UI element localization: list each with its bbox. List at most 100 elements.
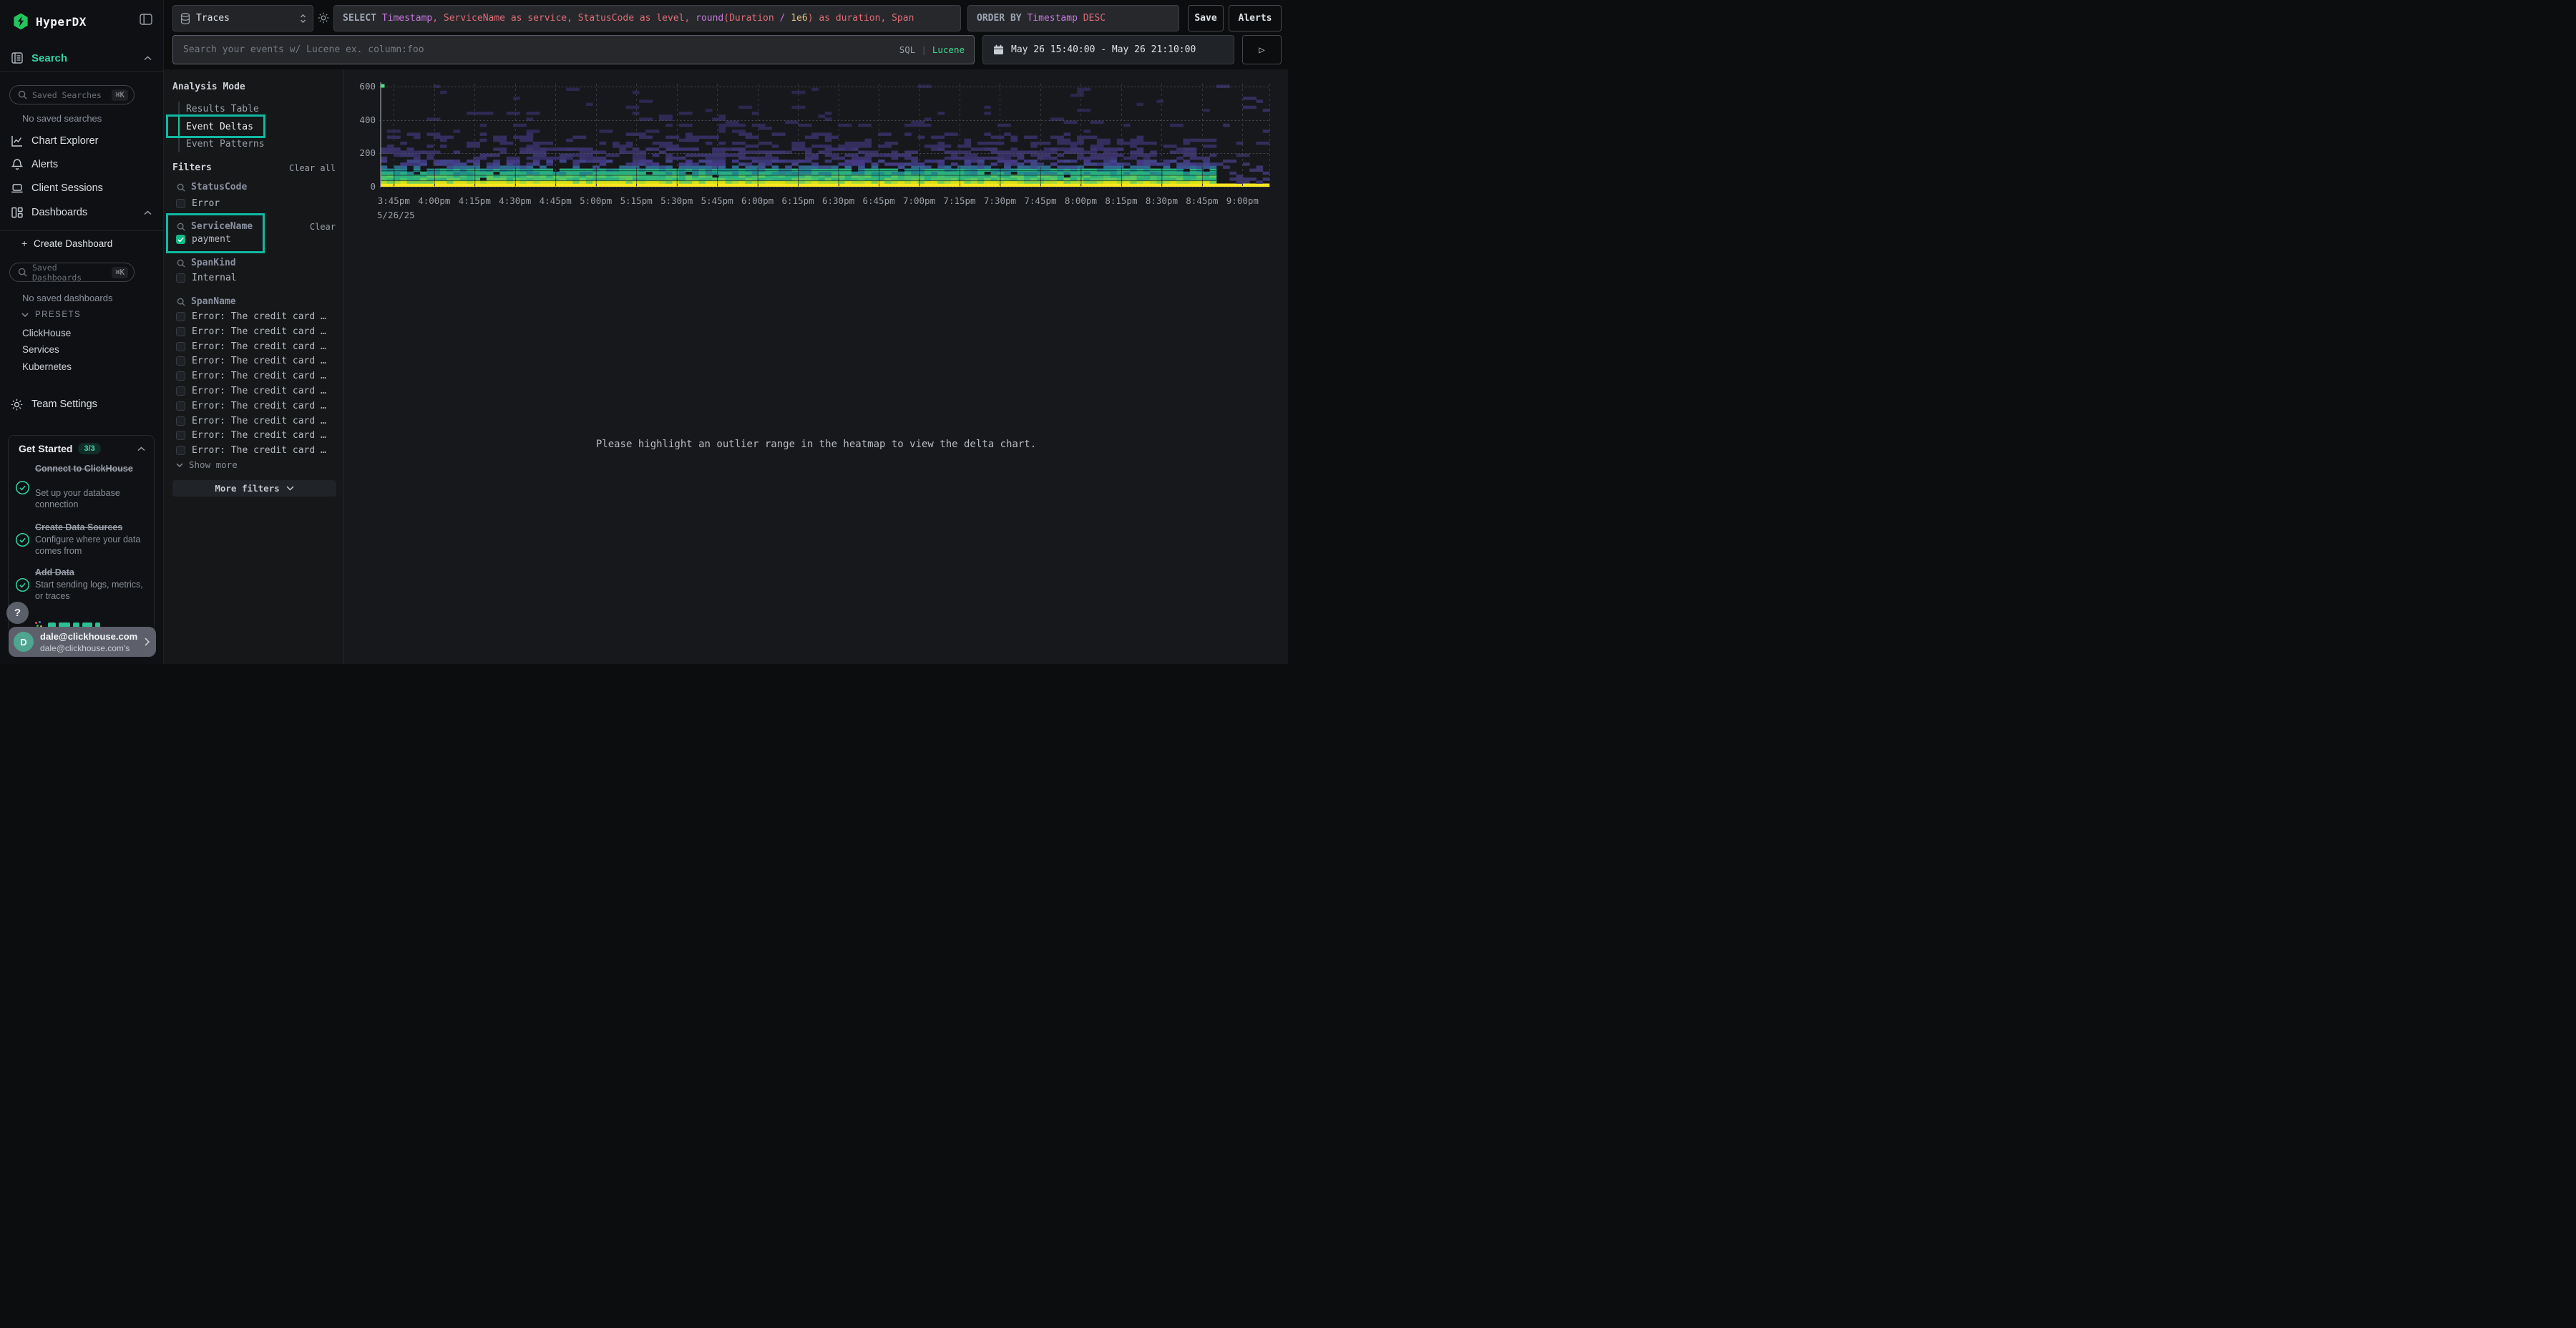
hyperdx-app: { "app": { "brand": "HyperDX" }, "topbar… [0, 0, 1288, 664]
alerts-button[interactable]: Alerts [1229, 5, 1282, 31]
presets-label: PRESETS [35, 311, 81, 319]
tab-event-patterns[interactable]: Event Patterns [186, 139, 265, 150]
sidebar-item-client-sessions[interactable]: Client Sessions [0, 180, 164, 197]
brand[interactable]: HyperDX [13, 12, 87, 31]
checkbox-unchecked[interactable] [176, 386, 185, 396]
saved-searches-input[interactable]: Saved Searches ⌘K [9, 85, 135, 104]
filter-checkbox-row[interactable]: Error: The credit card … [176, 326, 326, 337]
chevron-up-icon[interactable] [144, 210, 152, 215]
sql-select-editor[interactable]: SELECT Timestamp, ServiceName as service… [333, 5, 961, 31]
saved-dashboards-input[interactable]: Saved Dashboards ⌘K [9, 263, 135, 282]
show-more-link[interactable]: Show more [176, 459, 238, 470]
filter-option-label: Internal [192, 273, 237, 283]
sql-mode-button[interactable]: SQL [899, 44, 916, 55]
more-filters-button[interactable]: More filters [172, 480, 336, 497]
search-icon[interactable] [177, 259, 185, 268]
x-tick-label: 5:45pm [701, 195, 733, 206]
checkbox-unchecked[interactable] [176, 416, 185, 426]
filter-panel: Analysis Mode Results Table Event Deltas… [164, 69, 344, 664]
filter-checkbox-row[interactable]: Error: The credit card … [176, 430, 326, 441]
sidebar-item-dashboards[interactable]: Dashboards [0, 205, 164, 222]
x-tick-label: 5:00pm [580, 195, 612, 206]
checkbox-unchecked[interactable] [176, 327, 185, 336]
filter-group-label: SpanName [191, 296, 236, 307]
no-saved-searches-note: No saved searches [22, 113, 102, 124]
filter-checkbox-row[interactable]: Error [176, 198, 220, 209]
filter-checkbox-row[interactable]: Error: The credit card … [176, 401, 326, 411]
clear-servicename-link[interactable]: Clear [310, 222, 336, 232]
saved-dashboards-placeholder: Saved Dashboards [32, 263, 107, 283]
presets-toggle[interactable]: PRESETS [21, 311, 81, 319]
filter-group-servicename: ServiceName [177, 221, 253, 232]
chevron-up-icon[interactable] [137, 446, 145, 451]
sidebar-item-chart-explorer[interactable]: Chart Explorer [0, 133, 164, 150]
create-dashboard-button[interactable]: + Create Dashboard [0, 237, 164, 251]
live-tail-button[interactable]: ▷ [1242, 35, 1282, 64]
x-tick-label: 6:15pm [782, 195, 814, 206]
checkbox-unchecked[interactable] [176, 312, 185, 321]
checkbox-checked[interactable] [176, 235, 185, 244]
gear-icon[interactable] [317, 11, 330, 24]
search-icon[interactable] [177, 298, 185, 306]
checkbox-unchecked[interactable] [176, 371, 185, 381]
filter-checkbox-row[interactable]: Internal [176, 273, 237, 283]
dashboard-grid-icon [11, 206, 24, 219]
get-started-item-title: Add Data [35, 567, 150, 578]
sidebar-collapse-icon[interactable] [140, 14, 152, 25]
sidebar-item-search[interactable]: Search [0, 50, 164, 69]
filter-option-label: Error [192, 198, 220, 209]
lucene-mode-button[interactable]: Lucene [932, 44, 965, 55]
preset-item-services[interactable]: Services [22, 344, 59, 355]
filter-checkbox-row[interactable]: Error: The credit card … [176, 371, 326, 381]
chevron-up-icon[interactable] [144, 56, 152, 61]
sql-token: , [567, 13, 578, 24]
checkbox-unchecked[interactable] [176, 401, 185, 411]
filter-checkbox-row[interactable]: Error: The credit card … [176, 416, 326, 426]
checkbox-unchecked[interactable] [176, 356, 185, 366]
time-range-picker[interactable]: May 26 15:40:00 - May 26 21:10:00 [982, 35, 1234, 64]
checkbox-unchecked[interactable] [176, 431, 185, 440]
kbd-shortcut: ⌘K [112, 89, 128, 101]
search-icon[interactable] [177, 223, 185, 231]
sidebar-item-team-settings[interactable]: Team Settings [0, 396, 164, 414]
sql-token: SELECT [343, 13, 382, 24]
filter-option-label: Error: The credit card … [192, 416, 326, 426]
checkbox-unchecked[interactable] [176, 199, 185, 208]
tab-event-deltas[interactable]: Event Deltas [186, 122, 253, 132]
x-tick-label: 9:00pm [1226, 195, 1259, 206]
get-started-progress-badge: 3/3 [78, 443, 100, 454]
filter-checkbox-row[interactable]: Error: The credit card … [176, 386, 326, 396]
checkbox-unchecked[interactable] [176, 446, 185, 455]
account-email: dale@clickhouse.com [40, 631, 137, 642]
duration-heatmap-chart[interactable] [373, 79, 1282, 194]
y-tick-label: 200 [344, 147, 376, 158]
sql-token: , [880, 13, 892, 24]
checkbox-unchecked[interactable] [176, 342, 185, 351]
tab-results-table[interactable]: Results Table [186, 104, 259, 114]
sidebar-item-label: Chart Explorer [31, 135, 98, 147]
preset-item-kubernetes[interactable]: Kubernetes [22, 361, 72, 372]
search-input[interactable] [173, 36, 974, 64]
preset-item-clickhouse[interactable]: ClickHouse [22, 328, 71, 338]
sql-orderby-editor[interactable]: ORDER BY Timestamp DESC [967, 5, 1179, 31]
filter-checkbox-row[interactable]: Error: The credit card … [176, 341, 326, 352]
sidebar-item-alerts[interactable]: Alerts [0, 157, 164, 174]
x-tick-label: 8:45pm [1186, 195, 1218, 206]
checkbox-unchecked[interactable] [176, 273, 185, 283]
filter-option-label: Error: The credit card … [192, 430, 326, 441]
filter-checkbox-row[interactable]: payment [176, 234, 231, 245]
filter-checkbox-row[interactable]: Error: The credit card … [176, 356, 326, 366]
help-button[interactable]: ? [6, 602, 29, 624]
filter-checkbox-row[interactable]: Error: The credit card … [176, 311, 326, 322]
filter-option-label: Error: The credit card … [192, 311, 326, 322]
clear-all-filters-link[interactable]: Clear all [289, 163, 336, 173]
search-icon[interactable] [177, 183, 185, 192]
save-button[interactable]: Save [1188, 5, 1224, 31]
account-chip[interactable]: D dale@clickhouse.com dale@clickhouse.co… [9, 627, 156, 657]
source-select[interactable]: Traces [172, 5, 313, 31]
log-search-icon [11, 52, 24, 64]
line-chart-icon [11, 135, 24, 147]
sidebar-item-label: Alerts [31, 159, 58, 170]
filter-group-label: ServiceName [191, 221, 253, 232]
filter-checkbox-row[interactable]: Error: The credit card … [176, 445, 326, 456]
